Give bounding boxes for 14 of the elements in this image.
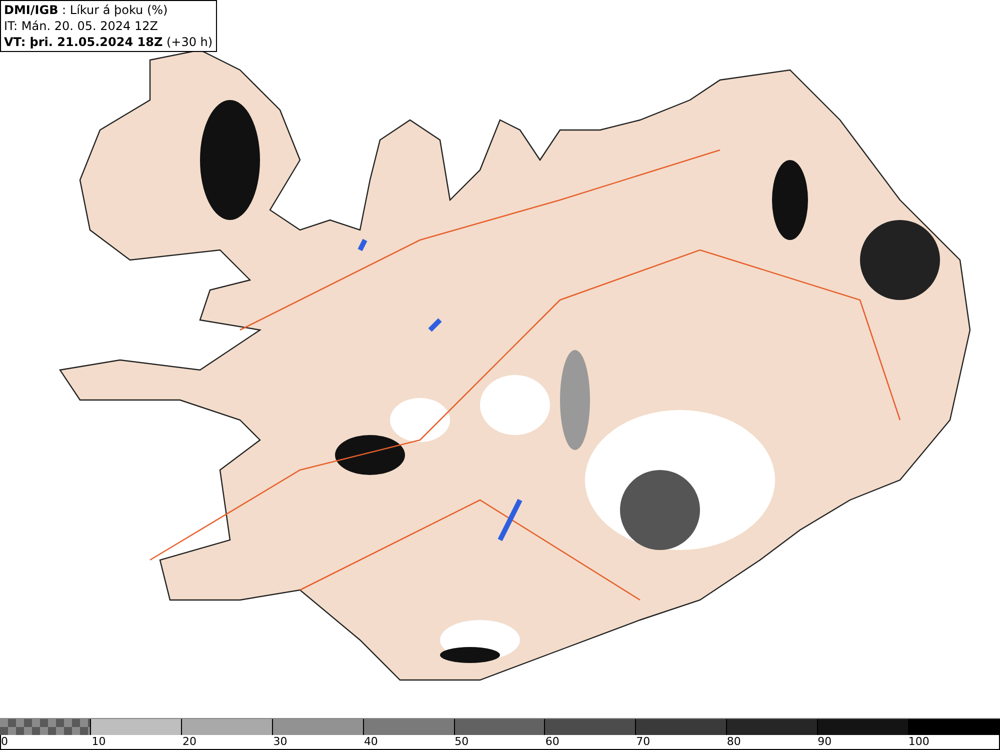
legend-label: 10 [92,735,106,748]
legend-label: 20 [182,735,196,748]
legend-label: 90 [818,735,832,748]
header-text: IT: Mán. 20. 05. 2024 12Z [4,18,159,34]
legend-label: 70 [636,735,650,748]
legend-label: 80 [726,735,741,748]
legend-label: 0 [1,735,8,748]
legend-label: 30 [273,735,288,748]
header-text: DMI/IGB : Líkur á þoku (%) [4,2,169,18]
legend-label: 100 [908,735,930,748]
header-text: VT: þri. 21.05.2024 18Z (+30 h) [4,34,213,50]
legend-label: 60 [545,735,560,748]
legend-label: 40 [364,735,378,748]
legend-label: 50 [454,735,469,748]
